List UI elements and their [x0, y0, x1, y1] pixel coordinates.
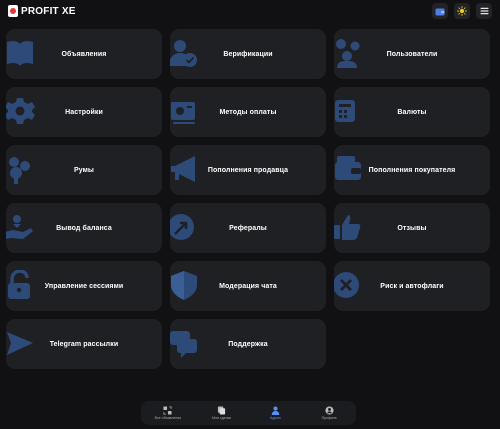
card-label: Настройки	[65, 108, 103, 116]
card-users[interactable]: Пользователи	[334, 29, 490, 79]
card-label: Вывод баланса	[56, 224, 112, 232]
card-label: Модерация чата	[219, 282, 277, 290]
card-verifications[interactable]: Верификации	[170, 29, 326, 79]
nav-all-listings[interactable]: Все объявления	[143, 406, 193, 420]
lock-icon	[6, 270, 35, 300]
exchange-icon	[163, 406, 172, 415]
payment-icon	[170, 96, 199, 126]
card-referrals[interactable]: Рефералы	[170, 203, 326, 253]
card-risk-autoflags[interactable]: Риск и автофлаги	[334, 261, 490, 311]
shield-icon	[170, 270, 199, 300]
nav-label: Профиль	[321, 416, 337, 420]
sun-icon	[457, 6, 467, 16]
admin-sections-grid: Объявления Верификации Пользователи Наст…	[6, 29, 490, 369]
card-label: Валюты	[397, 108, 427, 116]
card-payment-methods[interactable]: Методы оплаты	[170, 87, 326, 137]
nav-label: Админ	[270, 416, 281, 420]
card-label: Пополнения покупателя	[368, 166, 456, 174]
card-label: Пополнения продавца	[207, 166, 289, 174]
card-label: Риск и автофлаги	[380, 282, 444, 290]
card-label: Рефералы	[229, 224, 267, 232]
close-circle-icon	[334, 270, 363, 300]
nav-label: Все объявления	[154, 416, 182, 420]
top-bar: PROFIT XE	[0, 0, 500, 22]
book-icon	[6, 38, 35, 68]
card-currencies[interactable]: Валюты	[334, 87, 490, 137]
card-support[interactable]: Поддержка	[170, 319, 326, 369]
menu-button[interactable]	[476, 3, 492, 19]
card-buyer-deposits[interactable]: Пополнения покупателя	[334, 145, 490, 195]
card-label: Telegram рассылки	[49, 340, 119, 348]
megaphone-icon	[170, 154, 199, 184]
card-telegram-broadcasts[interactable]: Telegram рассылки	[6, 319, 162, 369]
nav-profile[interactable]: Профиль	[304, 406, 354, 420]
bottom-navigation: Все объявления Мои сделки Админ Профиль	[141, 401, 356, 425]
chat-icon	[170, 328, 199, 358]
card-balance-withdrawal[interactable]: Вывод баланса	[6, 203, 162, 253]
gear-icon	[6, 96, 35, 126]
card-settings[interactable]: Настройки	[6, 87, 162, 137]
nav-my-deals[interactable]: Мои сделки	[197, 406, 247, 420]
wallet-icon	[435, 8, 445, 15]
brand-logo[interactable]: PROFIT XE	[8, 5, 76, 17]
user-check-icon	[170, 38, 199, 68]
card-chat-moderation[interactable]: Модерация чата	[170, 261, 326, 311]
card-announcements[interactable]: Объявления	[6, 29, 162, 79]
logo-icon	[8, 5, 18, 17]
card-label: Поддержка	[228, 340, 268, 348]
admin-person-icon	[271, 406, 280, 415]
card-rooms[interactable]: Румы	[6, 145, 162, 195]
copy-icon	[218, 406, 226, 415]
profile-icon	[325, 406, 334, 415]
menu-icon	[480, 7, 488, 15]
hand-coin-icon	[6, 212, 35, 242]
referral-icon	[170, 212, 199, 242]
thumbs-up-icon	[334, 212, 363, 242]
card-label: Управление сессиями	[44, 282, 124, 290]
currency-icon	[334, 96, 363, 126]
nav-admin[interactable]: Админ	[250, 406, 300, 420]
card-label: Отзывы	[397, 224, 427, 232]
card-label: Объявления	[61, 50, 107, 58]
card-label: Румы	[73, 166, 95, 174]
door-icon	[6, 154, 35, 184]
theme-toggle-button[interactable]	[454, 3, 470, 19]
brand-name: PROFIT XE	[21, 5, 76, 17]
send-icon	[6, 328, 35, 358]
users-icon	[334, 38, 363, 68]
wallet-button[interactable]	[432, 3, 448, 19]
card-reviews[interactable]: Отзывы	[334, 203, 490, 253]
card-label: Методы оплаты	[219, 108, 277, 116]
card-session-management[interactable]: Управление сессиями	[6, 261, 162, 311]
wallet-icon	[334, 154, 363, 184]
card-label: Пользователи	[386, 50, 438, 58]
card-seller-deposits[interactable]: Пополнения продавца	[170, 145, 326, 195]
header-actions	[432, 3, 492, 19]
nav-label: Мои сделки	[212, 416, 232, 420]
card-label: Верификации	[223, 50, 273, 58]
